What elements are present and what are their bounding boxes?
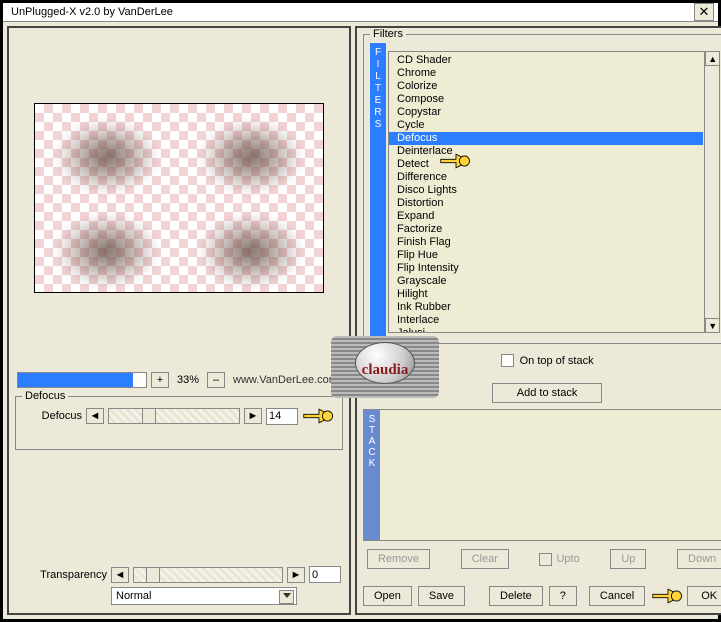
filter-item[interactable]: Finish Flag [389, 236, 703, 249]
close-button[interactable]: ✕ [694, 3, 714, 21]
filter-item[interactable]: Defocus [389, 132, 703, 145]
filter-item[interactable]: Expand [389, 210, 703, 223]
pointer-hand-icon [302, 405, 336, 427]
cancel-button[interactable]: Cancel [589, 586, 645, 606]
stack-list[interactable]: STACK [363, 409, 721, 541]
zoom-in-button[interactable]: + [151, 372, 169, 388]
scroll-up-button[interactable]: ▲ [705, 51, 720, 66]
up-button[interactable]: Up [610, 549, 646, 569]
transparency-slider[interactable] [133, 567, 283, 583]
filters-vert-tab: FILTERS [370, 43, 386, 337]
transparency-dec-button[interactable]: ◄ [111, 567, 129, 583]
defocus-group-label: Defocus [22, 390, 68, 402]
chevron-down-icon [283, 593, 291, 598]
ok-button[interactable]: OK [687, 586, 721, 606]
vendor-link[interactable]: www.VanDerLee.com [233, 374, 338, 386]
filter-item[interactable]: Copystar [389, 106, 703, 119]
filter-item[interactable]: Detect [389, 158, 703, 171]
filter-item[interactable]: Ink Rubber [389, 301, 703, 314]
add-to-stack-button[interactable]: Add to stack [492, 383, 602, 403]
filter-list[interactable]: CD ShaderChromeColorizeComposeCopystarCy… [388, 51, 720, 333]
save-button[interactable]: Save [418, 586, 465, 606]
pointer-hand-icon [651, 585, 681, 607]
filter-item[interactable]: Grayscale [389, 275, 703, 288]
upto-checkbox[interactable] [539, 553, 552, 566]
filter-item[interactable]: Flip Hue [389, 249, 703, 262]
defocus-param-label: Defocus [22, 410, 82, 422]
remove-button[interactable]: Remove [367, 549, 430, 569]
filter-item[interactable]: Flip Intensity [389, 262, 703, 275]
filter-item[interactable]: Interlace [389, 314, 703, 327]
transparency-label: Transparency [17, 569, 107, 581]
down-button[interactable]: Down [677, 549, 721, 569]
filter-item[interactable]: Chrome [389, 67, 703, 80]
zoom-percent: 33% [173, 374, 203, 386]
scroll-down-button[interactable]: ▼ [705, 318, 720, 333]
zoom-out-button[interactable]: – [207, 372, 225, 388]
open-button[interactable]: Open [363, 586, 412, 606]
defocus-slider[interactable] [108, 408, 240, 424]
defocus-dec-button[interactable]: ◄ [86, 408, 104, 424]
defocus-value-input[interactable] [266, 408, 298, 425]
window-title: UnPlugged-X v2.0 by VanDerLee [7, 6, 173, 18]
blend-mode-select[interactable]: Normal [111, 587, 297, 605]
close-icon: ✕ [699, 4, 710, 20]
filter-scrollbar[interactable]: ▲ ▼ [704, 51, 720, 333]
zoom-bar[interactable] [17, 372, 147, 388]
filter-item[interactable]: Cycle [389, 119, 703, 132]
filter-item[interactable]: Colorize [389, 80, 703, 93]
filters-group-label: Filters [370, 28, 406, 40]
filter-item[interactable]: Jalusi [389, 327, 703, 333]
filter-item[interactable]: Hilight [389, 288, 703, 301]
delete-button[interactable]: Delete [489, 586, 543, 606]
clear-button[interactable]: Clear [461, 549, 509, 569]
defocus-inc-button[interactable]: ► [244, 408, 262, 424]
filter-item[interactable]: Deinterlace [389, 145, 703, 158]
stack-vert-tab: STACK [364, 410, 380, 540]
filter-item[interactable]: Distortion [389, 197, 703, 210]
upto-label: Upto [556, 553, 579, 565]
filter-item[interactable]: CD Shader [389, 54, 703, 67]
filter-item[interactable]: Disco Lights [389, 184, 703, 197]
filter-item[interactable]: Factorize [389, 223, 703, 236]
blend-mode-value: Normal [116, 590, 151, 602]
ontop-checkbox[interactable] [501, 354, 514, 367]
filter-item[interactable]: Difference [389, 171, 703, 184]
help-button[interactable]: ? [549, 586, 577, 606]
transparency-inc-button[interactable]: ► [287, 567, 305, 583]
preview-image [34, 103, 324, 293]
filter-item[interactable]: Compose [389, 93, 703, 106]
ontop-label: On top of stack [520, 355, 594, 367]
transparency-value-input[interactable] [309, 566, 341, 583]
